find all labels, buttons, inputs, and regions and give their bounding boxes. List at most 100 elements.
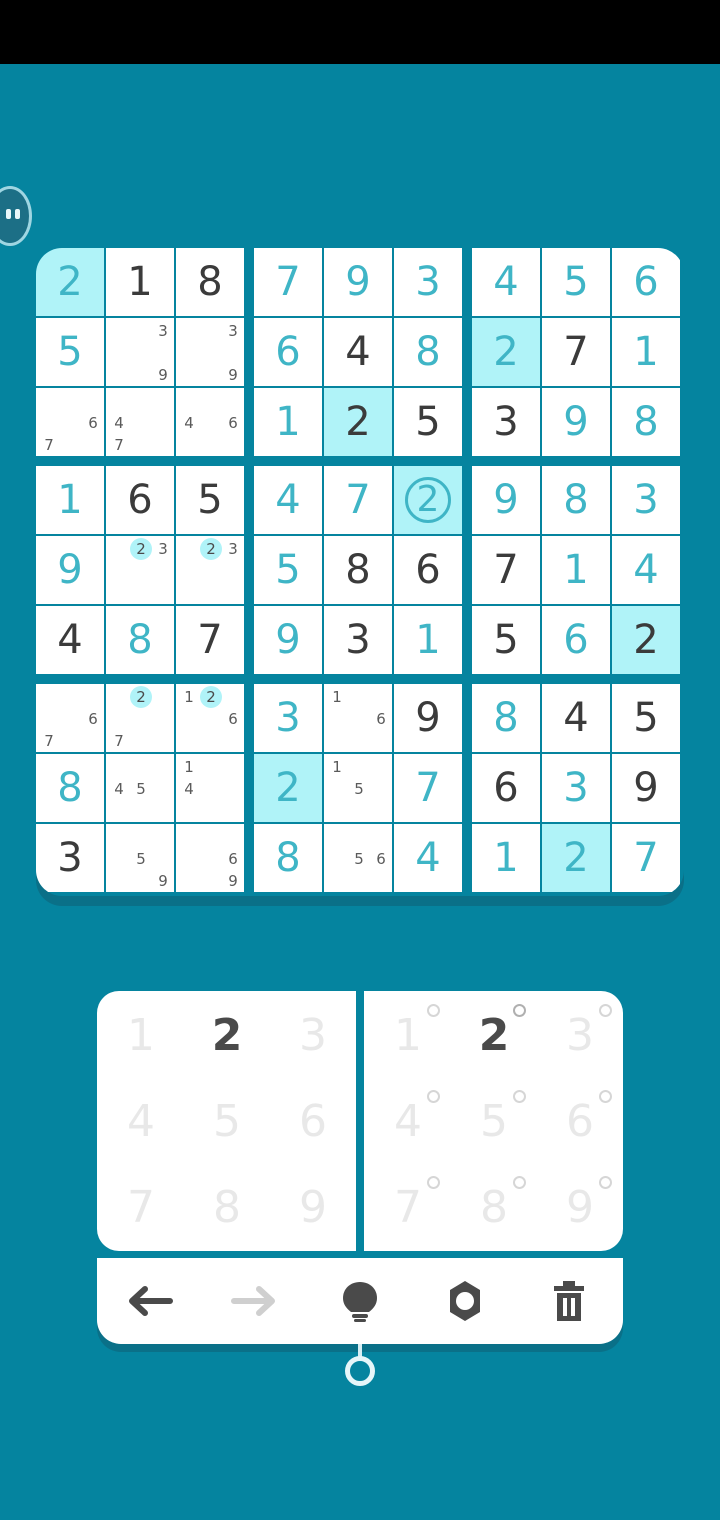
sudoku-cell-r4c3[interactable]: 5	[176, 466, 244, 534]
note-key-3[interactable]: 3	[537, 992, 623, 1078]
sudoku-cell-r1c1[interactable]: 2	[36, 248, 104, 316]
sudoku-cell-r8c2[interactable]: 45	[106, 754, 174, 822]
sudoku-cell-r4c7[interactable]: 9	[472, 466, 540, 534]
sudoku-cell-r9c9[interactable]: 7	[612, 824, 680, 892]
sudoku-cell-r2c6[interactable]: 8	[394, 318, 462, 386]
sudoku-cell-r5c3[interactable]: 23	[176, 536, 244, 604]
sudoku-cell-r9c8[interactable]: 2	[542, 824, 610, 892]
sudoku-cell-r1c8[interactable]: 5	[542, 248, 610, 316]
sudoku-cell-r4c5[interactable]: 7	[324, 466, 392, 534]
value-key-1[interactable]: 1	[98, 992, 184, 1078]
sudoku-cell-r2c8[interactable]: 7	[542, 318, 610, 386]
value-key-3[interactable]: 3	[270, 992, 356, 1078]
sudoku-cell-r2c1[interactable]: 5	[36, 318, 104, 386]
value-key-6[interactable]: 6	[270, 1078, 356, 1164]
sudoku-cell-r1c5[interactable]: 9	[324, 248, 392, 316]
sudoku-cell-r7c4[interactable]: 3	[254, 684, 322, 752]
note-key-5[interactable]: 5	[451, 1078, 537, 1164]
sudoku-cell-r2c4[interactable]: 6	[254, 318, 322, 386]
sudoku-cell-r3c5[interactable]: 2	[324, 388, 392, 456]
sudoku-cell-r4c1[interactable]: 1	[36, 466, 104, 534]
sudoku-cell-r8c9[interactable]: 9	[612, 754, 680, 822]
sudoku-cell-r9c4[interactable]: 8	[254, 824, 322, 892]
sudoku-cell-r7c2[interactable]: 27	[106, 684, 174, 752]
sudoku-cell-r4c8[interactable]: 8	[542, 466, 610, 534]
hint-button[interactable]	[332, 1273, 388, 1329]
sudoku-cell-r1c2[interactable]: 1	[106, 248, 174, 316]
sudoku-cell-r7c5[interactable]: 16	[324, 684, 392, 752]
sudoku-cell-r3c4[interactable]: 1	[254, 388, 322, 456]
sudoku-cell-r1c6[interactable]: 3	[394, 248, 462, 316]
sudoku-cell-r4c6[interactable]: 2	[394, 466, 462, 534]
value-key-2[interactable]: 2	[184, 992, 270, 1078]
sudoku-cell-r9c2[interactable]: 59	[106, 824, 174, 892]
sudoku-cell-r4c9[interactable]: 3	[612, 466, 680, 534]
sudoku-cell-r5c4[interactable]: 5	[254, 536, 322, 604]
sudoku-cell-r6c9[interactable]: 2	[612, 606, 680, 674]
sudoku-cell-r9c1[interactable]: 3	[36, 824, 104, 892]
sudoku-cell-r5c9[interactable]: 4	[612, 536, 680, 604]
sudoku-cell-r1c3[interactable]: 8	[176, 248, 244, 316]
sudoku-cell-r2c9[interactable]: 1	[612, 318, 680, 386]
sudoku-cell-r6c1[interactable]: 4	[36, 606, 104, 674]
sudoku-cell-r1c9[interactable]: 6	[612, 248, 680, 316]
sudoku-cell-r4c4[interactable]: 4	[254, 466, 322, 534]
sudoku-cell-r3c3[interactable]: 46	[176, 388, 244, 456]
sudoku-cell-r9c5[interactable]: 56	[324, 824, 392, 892]
note-key-8[interactable]: 8	[451, 1164, 537, 1250]
sudoku-cell-r1c4[interactable]: 7	[254, 248, 322, 316]
sudoku-cell-r5c6[interactable]: 6	[394, 536, 462, 604]
sudoku-cell-r6c6[interactable]: 1	[394, 606, 462, 674]
sudoku-cell-r3c8[interactable]: 9	[542, 388, 610, 456]
pause-button[interactable]	[0, 186, 32, 246]
sudoku-cell-r3c9[interactable]: 8	[612, 388, 680, 456]
sudoku-cell-r7c9[interactable]: 5	[612, 684, 680, 752]
note-key-4[interactable]: 4	[365, 1078, 451, 1164]
sudoku-cell-r7c3[interactable]: 126	[176, 684, 244, 752]
sudoku-cell-r6c4[interactable]: 9	[254, 606, 322, 674]
value-key-4[interactable]: 4	[98, 1078, 184, 1164]
value-key-7[interactable]: 7	[98, 1164, 184, 1250]
erase-button[interactable]	[541, 1273, 597, 1329]
note-key-6[interactable]: 6	[537, 1078, 623, 1164]
sudoku-cell-r9c7[interactable]: 1	[472, 824, 540, 892]
sudoku-cell-r6c5[interactable]: 3	[324, 606, 392, 674]
undo-button[interactable]	[122, 1273, 178, 1329]
sudoku-cell-r8c7[interactable]: 6	[472, 754, 540, 822]
sudoku-cell-r9c3[interactable]: 69	[176, 824, 244, 892]
sudoku-cell-r1c7[interactable]: 4	[472, 248, 540, 316]
note-key-9[interactable]: 9	[537, 1164, 623, 1250]
settings-button[interactable]	[437, 1273, 493, 1329]
sudoku-cell-r2c7[interactable]: 2	[472, 318, 540, 386]
sudoku-cell-r8c3[interactable]: 14	[176, 754, 244, 822]
sudoku-cell-r8c4[interactable]: 2	[254, 754, 322, 822]
sudoku-cell-r2c5[interactable]: 4	[324, 318, 392, 386]
sudoku-cell-r8c1[interactable]: 8	[36, 754, 104, 822]
sudoku-cell-r5c1[interactable]: 9	[36, 536, 104, 604]
sudoku-cell-r5c2[interactable]: 23	[106, 536, 174, 604]
value-key-9[interactable]: 9	[270, 1164, 356, 1250]
note-key-2[interactable]: 2	[451, 992, 537, 1078]
sudoku-cell-r7c1[interactable]: 67	[36, 684, 104, 752]
sudoku-cell-r5c8[interactable]: 1	[542, 536, 610, 604]
sudoku-cell-r6c7[interactable]: 5	[472, 606, 540, 674]
sudoku-cell-r6c2[interactable]: 8	[106, 606, 174, 674]
note-key-1[interactable]: 1	[365, 992, 451, 1078]
sudoku-cell-r3c6[interactable]: 5	[394, 388, 462, 456]
value-key-5[interactable]: 5	[184, 1078, 270, 1164]
sudoku-cell-r4c2[interactable]: 6	[106, 466, 174, 534]
sudoku-cell-r2c2[interactable]: 39	[106, 318, 174, 386]
sudoku-cell-r3c2[interactable]: 47	[106, 388, 174, 456]
sudoku-cell-r2c3[interactable]: 39	[176, 318, 244, 386]
sudoku-cell-r8c6[interactable]: 7	[394, 754, 462, 822]
sudoku-cell-r5c7[interactable]: 7	[472, 536, 540, 604]
redo-button[interactable]	[226, 1273, 282, 1329]
sudoku-cell-r7c8[interactable]: 4	[542, 684, 610, 752]
sudoku-cell-r9c6[interactable]: 4	[394, 824, 462, 892]
note-key-7[interactable]: 7	[365, 1164, 451, 1250]
sudoku-cell-r3c1[interactable]: 67	[36, 388, 104, 456]
sudoku-cell-r6c8[interactable]: 6	[542, 606, 610, 674]
sudoku-cell-r6c3[interactable]: 7	[176, 606, 244, 674]
value-key-8[interactable]: 8	[184, 1164, 270, 1250]
sudoku-cell-r7c6[interactable]: 9	[394, 684, 462, 752]
